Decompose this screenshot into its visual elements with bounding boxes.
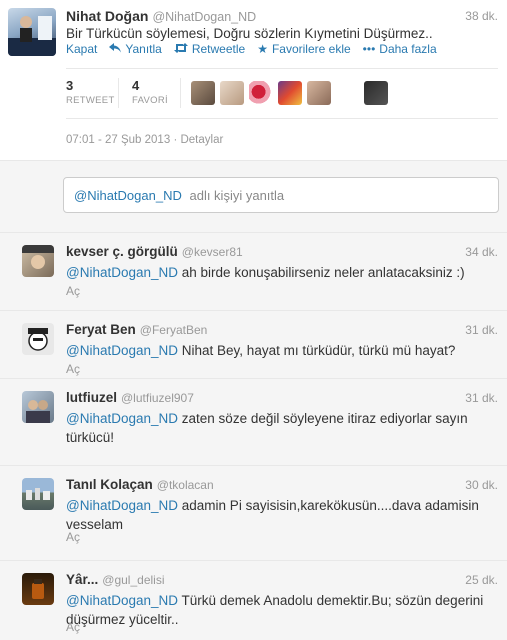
reply-author-name[interactable]: kevser ç. görgülü [66, 244, 178, 259]
reply-input-placeholder: adlı kişiyi yanıtla [189, 188, 285, 203]
main-tweet-text: Bir Türkücün söylemesi, Doğru sözlerin K… [66, 26, 433, 41]
reply-time[interactable]: 25 dk. [465, 573, 498, 587]
star-icon: ★ [257, 42, 268, 56]
reply-mention[interactable]: @NihatDogan_ND [66, 265, 178, 280]
reply-avatar[interactable] [22, 323, 54, 355]
retweet-count: 3 [66, 78, 74, 93]
tweet-meta: 07:01 - 27 Şub 2013 · Detaylar [66, 134, 223, 146]
reply-area: @NihatDogan_ND adlı kişiyi yanıtla [0, 160, 507, 225]
main-tweet-avatar[interactable] [8, 8, 56, 56]
reply-author-handle[interactable]: @lutfiuzel907 [121, 391, 194, 405]
more-dots-icon: ••• [362, 42, 376, 56]
stat-separator [118, 78, 119, 108]
reply-tweet[interactable]: lutfiuzel @lutfiuzel907 31 dk. @NihatDoga… [0, 378, 507, 466]
reply-text: @NihatDogan_ND zaten söze değil söyleyen… [66, 411, 468, 445]
reply-text: @NihatDogan_ND Nihat Bey, hayat mı türkü… [66, 343, 456, 358]
favoriter-avatar[interactable] [249, 81, 273, 105]
reply-time[interactable]: 31 dk. [465, 323, 498, 337]
reply-tweet[interactable]: Feryat Ben @FeryatBen 31 dk. @NihatDogan_… [0, 310, 507, 380]
main-tweet-time[interactable]: 38 dk. [465, 9, 498, 23]
reply-author-name[interactable]: lutfiuzel [66, 390, 117, 405]
tweet-actions: Kapat Yanıtla Retweetle ★ Favorilere ekle… [66, 42, 449, 56]
reply-icon [109, 42, 122, 56]
favoriter-avatar[interactable] [191, 81, 215, 105]
reply-author-handle[interactable]: @kevser81 [182, 245, 243, 259]
retweet-button[interactable]: Retweetle [173, 42, 245, 56]
reply-author-name[interactable]: Yâr... [66, 572, 98, 587]
divider [66, 68, 498, 69]
favorite-count: 4 [132, 78, 140, 93]
divider [66, 118, 498, 119]
reply-mention[interactable]: @NihatDogan_ND [66, 411, 178, 426]
collapse-link[interactable]: Kapat [66, 42, 97, 56]
reply-text: @NihatDogan_ND ah birde konuşabilirseniz… [66, 265, 465, 280]
main-tweet-author-handle[interactable]: @NihatDogan_ND [152, 10, 256, 24]
reply-button[interactable]: Yanıtla [109, 42, 162, 56]
retweet-icon [173, 42, 188, 56]
favoriter-avatar[interactable] [364, 81, 388, 105]
reply-avatar[interactable] [22, 391, 54, 423]
reply-mention[interactable]: @NihatDogan_ND [66, 593, 178, 608]
favorite-stat[interactable]: 4 FAVORİ [132, 78, 168, 106]
favoriter-avatar[interactable] [278, 81, 302, 105]
reply-author-name[interactable]: Feryat Ben [66, 322, 136, 337]
reply-avatar[interactable] [22, 478, 54, 510]
expand-link[interactable]: Aç [66, 284, 80, 298]
favorite-button[interactable]: ★ Favorilere ekle [257, 42, 350, 56]
tweet-timestamp[interactable]: 07:01 - 27 Şub 2013 [66, 134, 170, 146]
favoriter-avatar[interactable] [220, 81, 244, 105]
reply-tweet[interactable]: kevser ç. görgülü @kevser81 34 dk. @Nihat… [0, 232, 507, 310]
reply-author-handle[interactable]: @FeryatBen [140, 323, 208, 337]
reply-author-handle[interactable]: @tkolacan [157, 478, 214, 492]
reply-author-name[interactable]: Tanıl Kolaçan [66, 477, 153, 492]
reply-mention[interactable]: @NihatDogan_ND [66, 498, 178, 513]
reply-avatar[interactable] [22, 245, 54, 277]
stat-separator [180, 78, 181, 108]
retweet-stat[interactable]: 3 RETWEET [66, 78, 115, 106]
reply-time[interactable]: 31 dk. [465, 391, 498, 405]
details-link[interactable]: Detaylar [180, 134, 223, 146]
reply-tweet[interactable]: Tanıl Kolaçan @tkolacan 30 dk. @NihatDoga… [0, 465, 507, 561]
reply-input-mention: @NihatDogan_ND [74, 188, 182, 203]
favorite-label: FAVORİ [132, 95, 168, 106]
reply-author-handle[interactable]: @gul_delisi [102, 573, 164, 587]
reply-text: @NihatDogan_ND Türkü demek Anadolu demek… [66, 593, 484, 627]
reply-input[interactable]: @NihatDogan_ND adlı kişiyi yanıtla [63, 177, 499, 213]
reply-text: @NihatDogan_ND adamin Pi sayisisin,karek… [66, 498, 479, 532]
expand-link[interactable]: Aç [66, 362, 80, 376]
expand-link[interactable]: Aç [66, 620, 80, 634]
reply-tweet[interactable]: Yâr... @gul_delisi 25 dk. @NihatDogan_ND … [0, 560, 507, 640]
retweet-label: RETWEET [66, 95, 115, 106]
favoriter-avatar[interactable] [307, 81, 331, 105]
reply-time[interactable]: 30 dk. [465, 478, 498, 492]
reply-mention[interactable]: @NihatDogan_ND [66, 343, 178, 358]
expand-link[interactable]: Aç [66, 530, 80, 544]
reply-avatar[interactable] [22, 573, 54, 605]
more-button[interactable]: ••• Daha fazla [363, 42, 437, 56]
reply-time[interactable]: 34 dk. [465, 245, 498, 259]
main-tweet: Nihat Doğan @NihatDogan_ND 38 dk. Bir Tür… [0, 0, 507, 160]
main-tweet-author-name[interactable]: Nihat Doğan [66, 8, 148, 24]
